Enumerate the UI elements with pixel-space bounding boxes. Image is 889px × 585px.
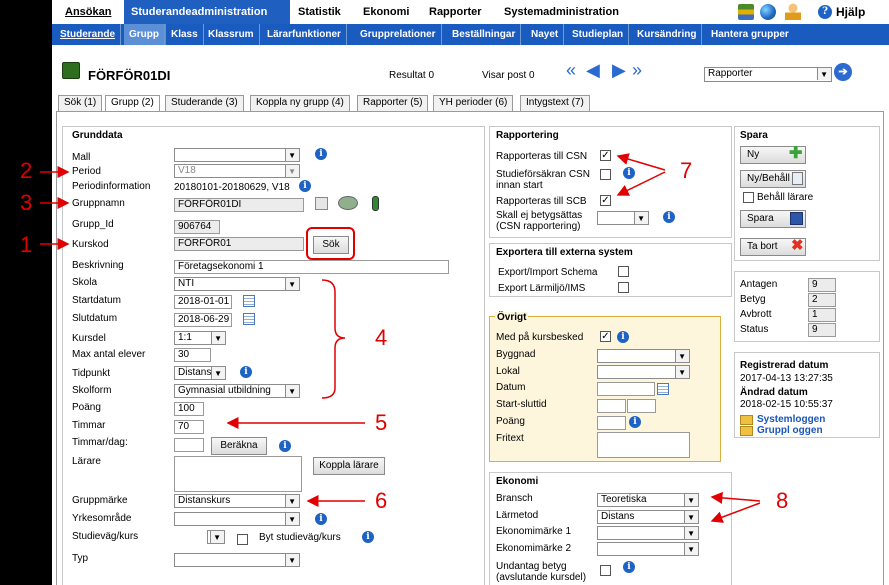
annotation-arrow-7b bbox=[616, 171, 666, 196]
annotation-3: 3 bbox=[20, 190, 33, 215]
annotation-arrow-7a bbox=[616, 153, 666, 171]
annotation-arrow-8a bbox=[710, 491, 761, 504]
annotation-5: 5 bbox=[375, 410, 388, 435]
annotation-6: 6 bbox=[375, 488, 388, 513]
annotation-8: 8 bbox=[776, 488, 789, 513]
annotation-arrow-8b bbox=[710, 502, 761, 523]
annotation-4: 4 bbox=[375, 325, 388, 350]
annotation-arrows bbox=[40, 153, 761, 523]
annotation-1: 1 bbox=[20, 232, 33, 257]
annotation-bracket-4 bbox=[321, 279, 346, 399]
annotation-7: 7 bbox=[680, 158, 693, 183]
annotation-2: 2 bbox=[20, 158, 33, 183]
